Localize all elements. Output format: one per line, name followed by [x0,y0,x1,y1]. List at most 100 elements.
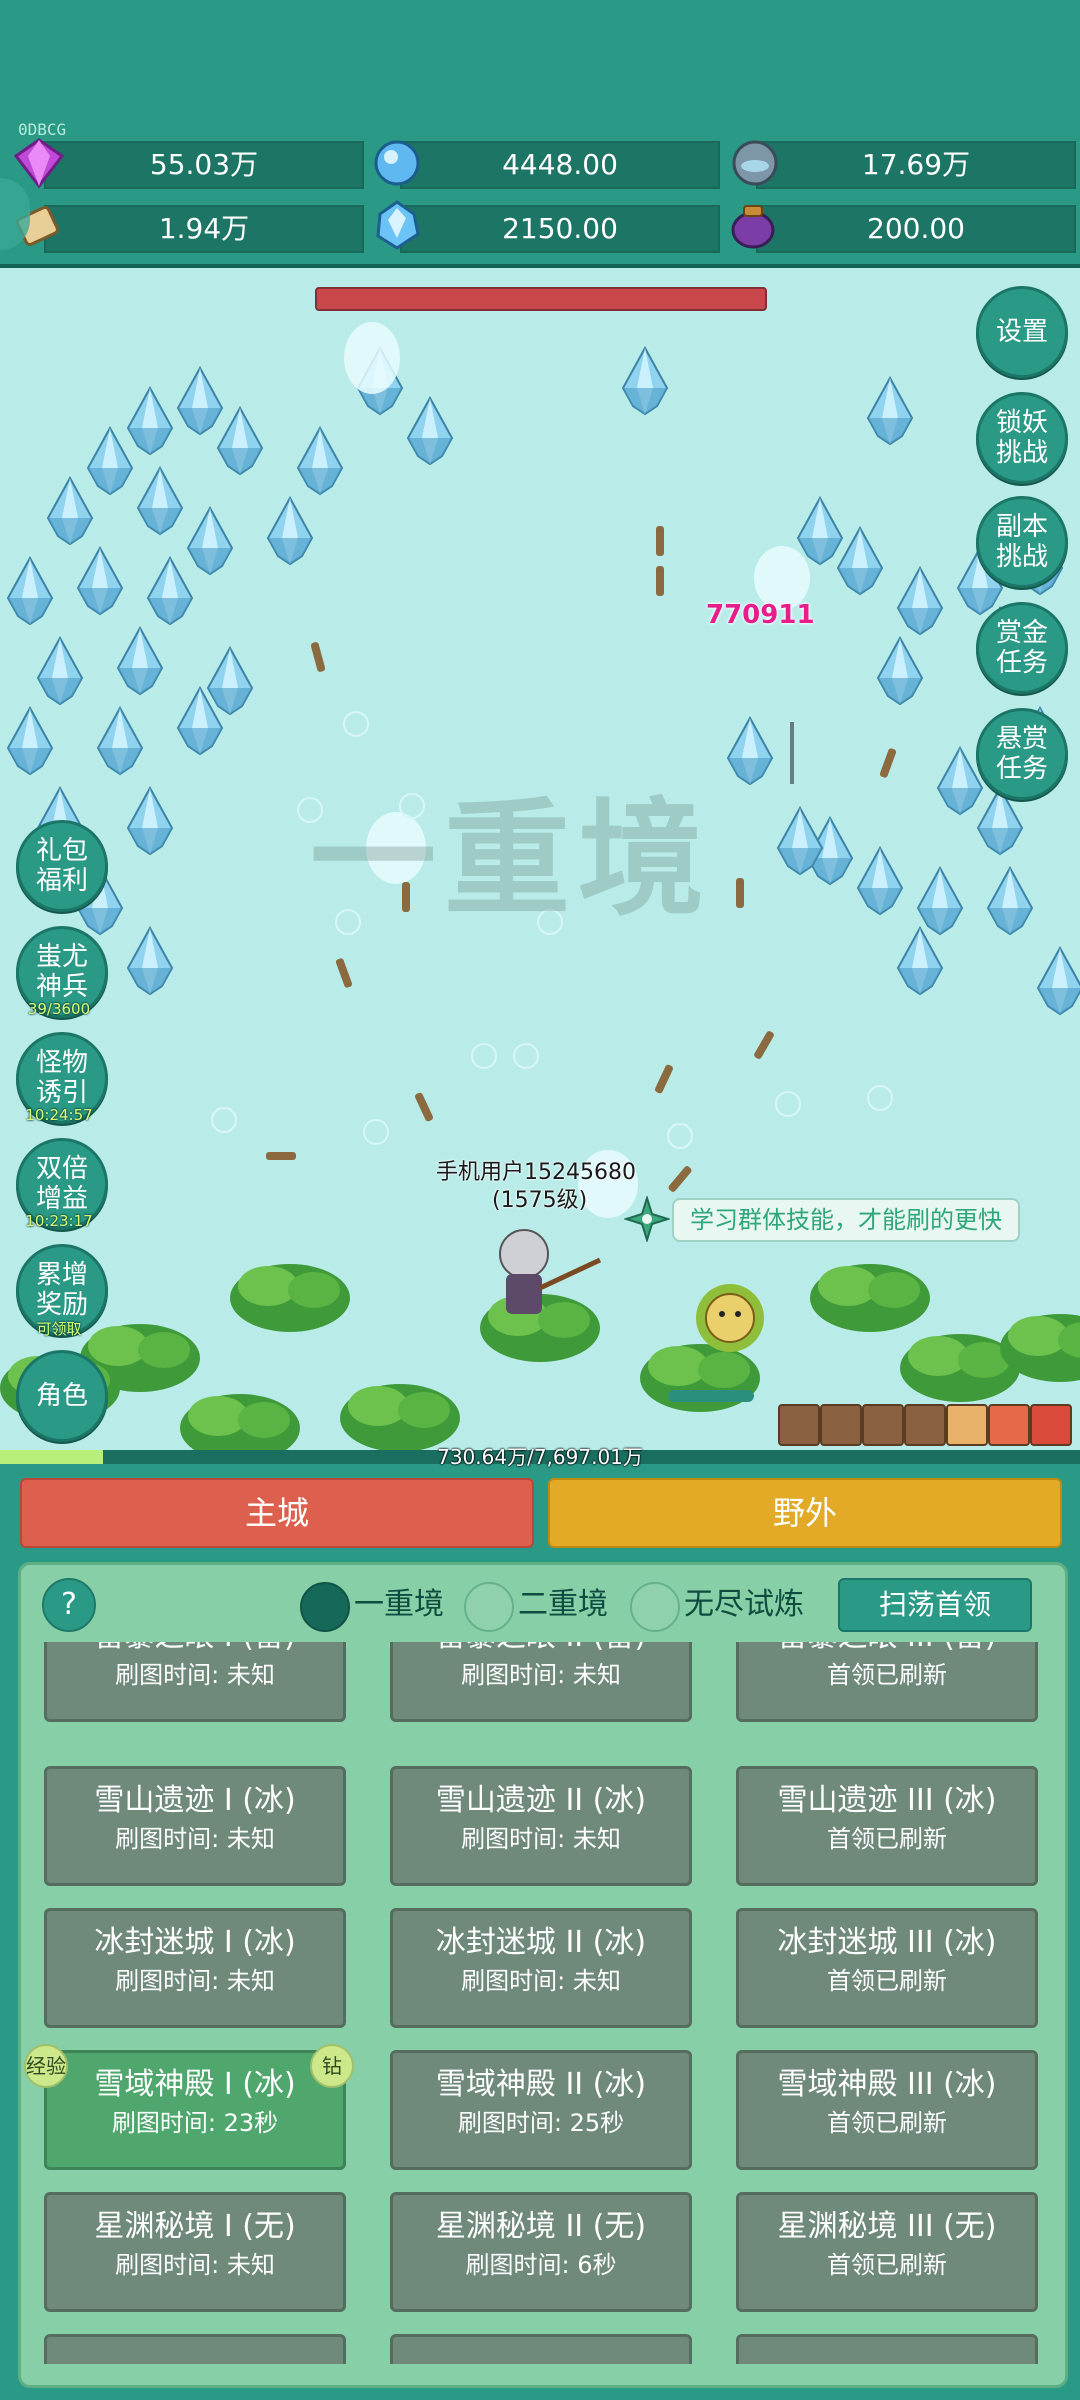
button-label: 设置 [995,317,1048,347]
stage-card[interactable]: 雪域神殿 III (冰) 首领已刷新 [736,2050,1038,2170]
stage-name: 冰封迷城 II (冰) [435,1925,647,1960]
resource-value: 55.03万 [149,148,259,181]
resource-value: 1.94万 [158,212,250,245]
stage-status: 刷图时间: 未知 [461,1661,621,1689]
stage-card[interactable]: 雪域神殿 II (冰) 刷图时间: 25秒 [390,2050,692,2170]
stage-card[interactable]: 雷暴之眼 I (雷) 刷图时间: 未知 [44,1642,346,1722]
stage-card[interactable]: 雪山遗迹 II (冰) 刷图时间: 未知 [390,1766,692,1886]
skill-slot-6[interactable] [988,1404,1030,1446]
stage-status: 刷图时间: 未知 [115,1967,275,1995]
stage-card[interactable] [390,2334,692,2364]
diamond-tag: 钻 [310,2044,354,2088]
stage-status: 刷图时间: 未知 [115,1825,275,1853]
button-label: 诱引 [35,1078,88,1108]
stage-name: 星渊秘境 III (无) [777,2209,997,2244]
lure-timer: 10:24:57 [25,1106,93,1124]
gift-pack-button[interactable]: 礼包 福利 [16,820,108,912]
stage-name: 雪山遗迹 II (冰) [435,1783,647,1818]
stage-status: 刷图时间: 25秒 [457,2109,625,2137]
weapon-counter: 39/3600 [27,1000,91,1018]
realm-option-label[interactable]: 无尽试炼 [684,1582,804,1628]
skill-slot-7[interactable] [1030,1404,1072,1446]
resource-value: 17.69万 [861,148,971,181]
button-label: 角色 [35,1381,88,1411]
stage-grid: 雷暴之眼 I (雷) 刷图时间: 未知 雷暴之眼 II (雷) 刷图时间: 未知… [24,1642,1056,2364]
ice-shard-icon [370,198,424,252]
hero-hp-bar [668,1390,754,1402]
resource-value: 2150.00 [502,212,618,245]
stage-card[interactable]: 冰封迷城 I (冰) 刷图时间: 未知 [44,1908,346,2028]
stage-card[interactable]: 冰封迷城 II (冰) 刷图时间: 未知 [390,1908,692,2028]
stage-status: 首领已刷新 [827,2251,947,2279]
demon-lock-challenge-button[interactable]: 锁妖 挑战 [976,392,1068,484]
stage-card[interactable]: 星渊秘境 I (无) 刷图时间: 未知 [44,2192,346,2312]
sunflower-monster [696,1284,764,1352]
purple-gem-icon [12,136,66,190]
realm-option-label[interactable]: 一重境 [354,1582,444,1628]
stage-card-selected[interactable]: 雪域神殿 I (冰) 刷图时间: 23秒 [44,2050,346,2170]
stage-name: 雪山遗迹 I (冰) [94,1783,296,1818]
stage-name: 星渊秘境 II (无) [435,2209,647,2244]
button-label: 增益 [35,1184,88,1214]
resource-shards: 2150.00 [400,205,720,253]
sweep-boss-button[interactable]: 扫荡首领 [838,1578,1032,1632]
reward-task-button[interactable]: 悬赏 任务 [976,708,1068,800]
realm-option-label[interactable]: 二重境 [518,1582,608,1628]
stage-name: 雷暴之眼 I (雷) [47,1642,343,1657]
resource-value: 200.00 [867,212,965,245]
button-label: 副本 [995,512,1048,542]
button-label: 礼包 [35,836,88,866]
stage-card[interactable]: 雪山遗迹 I (冰) 刷图时间: 未知 [44,1766,346,1886]
stage-name: 星渊秘境 I (无) [94,2209,296,2244]
realm-watermark: 一重境 [310,785,712,933]
stage-card[interactable]: 雷暴之眼 III (雷) 首领已刷新 [736,1642,1038,1722]
tab-wild[interactable]: 野外 [548,1478,1062,1548]
blue-crystal-icon [370,136,424,190]
skill-slot-1[interactable] [778,1404,820,1446]
skill-slot-5[interactable] [946,1404,988,1446]
endless-trial-radio[interactable] [630,1582,680,1632]
skill-slot-3[interactable] [862,1404,904,1446]
boost-timer: 10:23:17 [25,1212,93,1230]
stage-name: 雪山遗迹 III (冰) [777,1783,997,1818]
button-label: 任务 [995,648,1048,678]
skill-tip-banner: 学习群体技能，才能刷的更快 [672,1198,1020,1242]
stage-card[interactable]: 星渊秘境 III (无) 首领已刷新 [736,2192,1038,2312]
stage-card[interactable]: 雪山遗迹 III (冰) 首领已刷新 [736,1766,1038,1886]
button-label: 累增 [35,1260,88,1290]
bounty-task-button[interactable]: 赏金 任务 [976,602,1068,694]
resource-crystals: 4448.00 [400,141,720,189]
realm-radio-1[interactable] [300,1582,350,1632]
character-button[interactable]: 角色 [16,1350,108,1442]
realm-radio-2[interactable] [464,1582,514,1632]
stage-card[interactable] [44,2334,346,2364]
resource-scrolls: 1.94万 [44,205,364,253]
damage-number: 770911 [706,600,815,630]
scene-divider [0,264,1080,268]
stage-name: 雪域神殿 II (冰) [435,2067,647,2102]
resource-pots: 200.00 [756,205,1076,253]
xp-text: 730.64万/7,697.01万 [437,1445,643,1469]
stage-card[interactable] [736,2334,1038,2364]
stage-card[interactable]: 冰封迷城 III (冰) 首领已刷新 [736,1908,1038,2028]
tab-main-city[interactable]: 主城 [20,1478,534,1548]
stage-status: 首领已刷新 [827,2109,947,2137]
button-label: 挑战 [995,542,1048,572]
resource-value: 4448.00 [502,148,618,181]
stage-status: 首领已刷新 [827,1967,947,1995]
purple-pot-icon [726,198,780,252]
dungeon-challenge-button[interactable]: 副本 挑战 [976,496,1068,588]
button-label: 奖励 [35,1290,88,1320]
battle-scene: 一重境 770911 手机用户15245680 (1575级) 学习群体技能，才… [0,268,1080,1450]
stage-card[interactable]: 星渊秘境 II (无) 刷图时间: 6秒 [390,2192,692,2312]
settings-button[interactable]: 设置 [976,286,1068,378]
skill-slot-4[interactable] [904,1404,946,1446]
stage-status: 首领已刷新 [827,1825,947,1853]
resource-gems: 55.03万 [44,141,364,189]
stage-status: 刷图时间: 未知 [115,1661,275,1689]
help-button[interactable]: ? [42,1578,96,1632]
skill-slot-2[interactable] [820,1404,862,1446]
stage-card[interactable]: 雷暴之眼 II (雷) 刷图时间: 未知 [390,1642,692,1722]
button-label: 挑战 [995,438,1048,468]
stage-status: 刷图时间: 未知 [461,1967,621,1995]
